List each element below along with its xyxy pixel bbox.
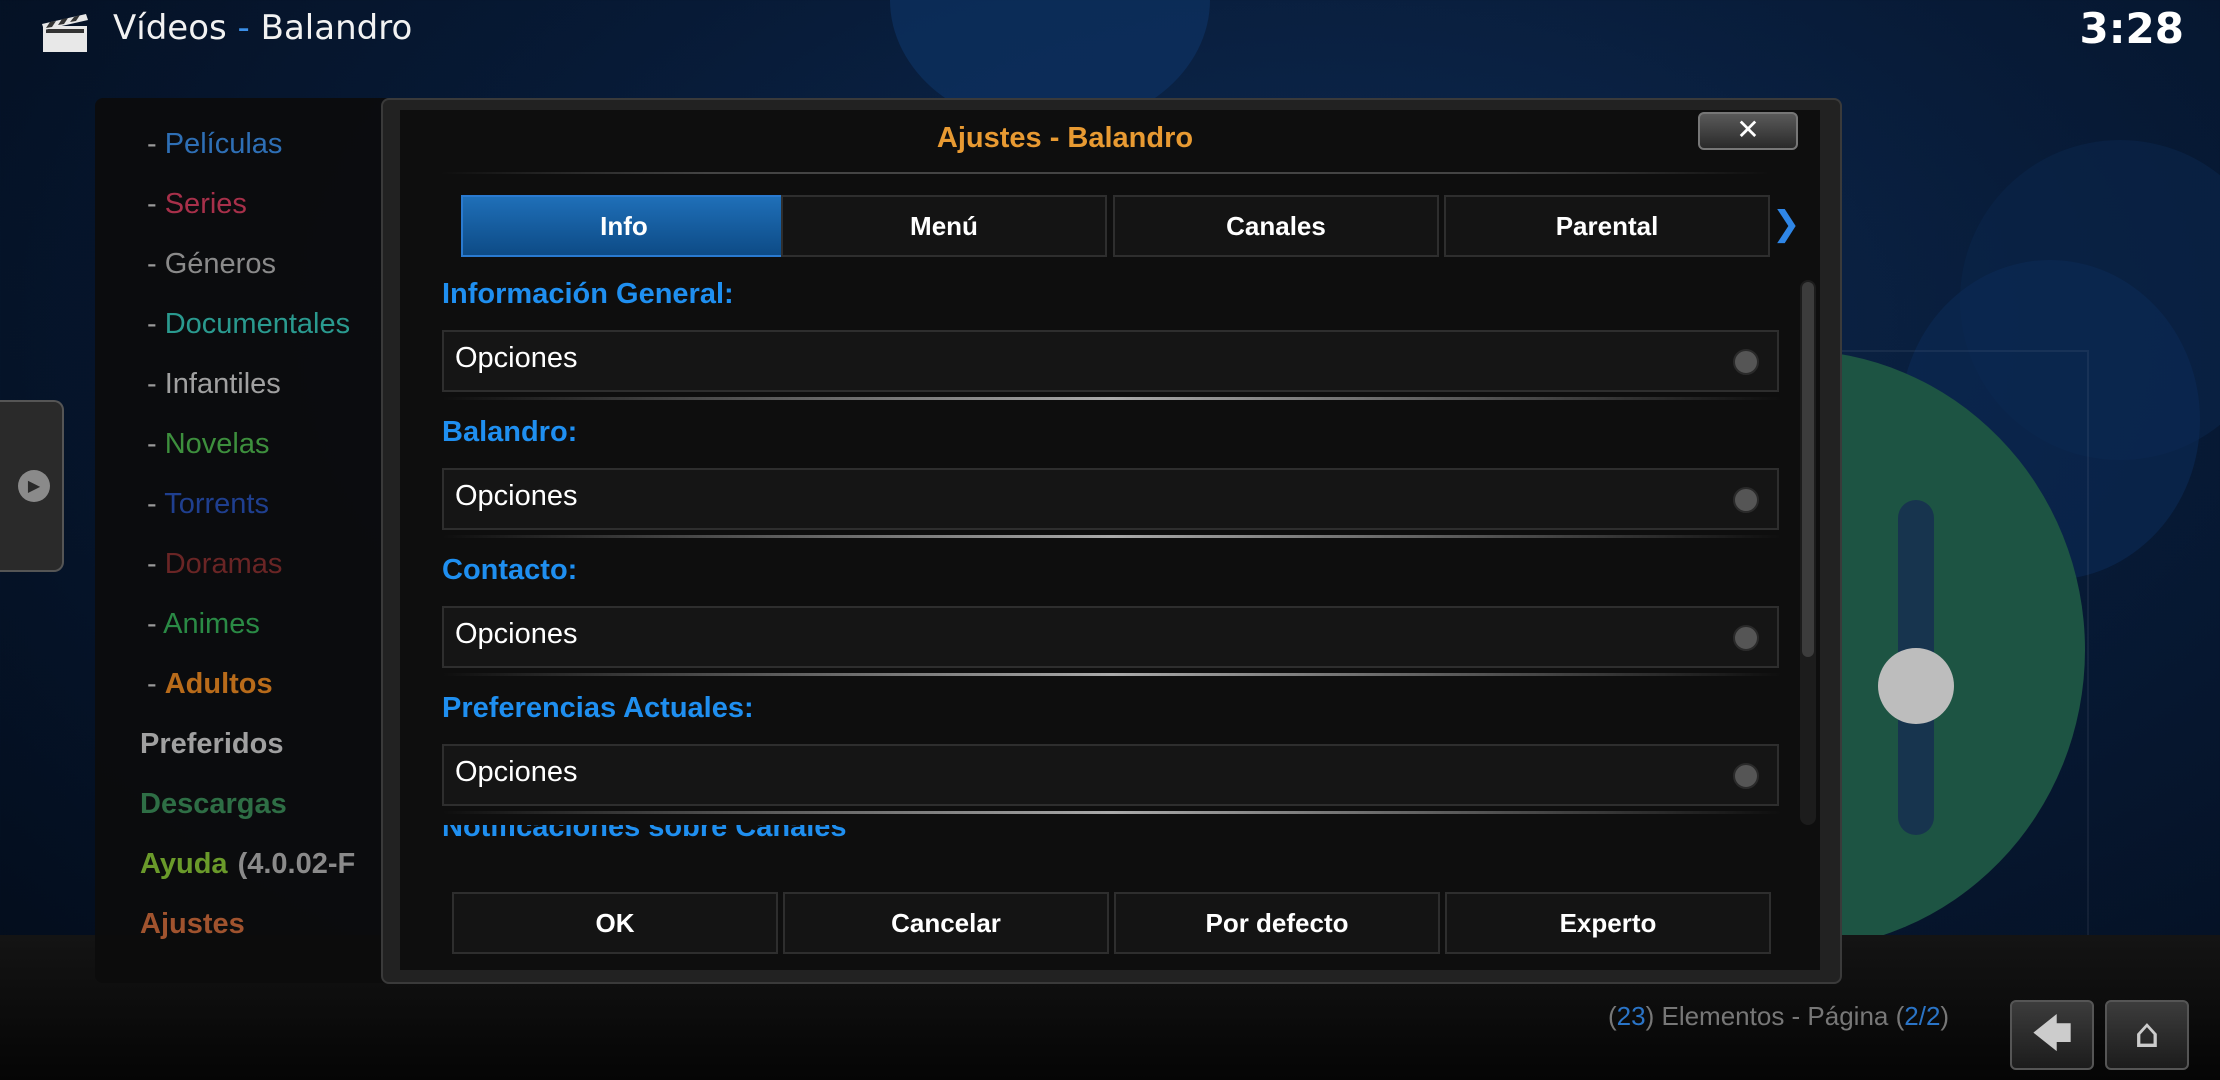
menu-item-label: Documentales <box>164 308 351 340</box>
menu-item[interactable]: - Películas <box>147 128 282 161</box>
menu-item[interactable]: Preferidos <box>140 728 283 761</box>
dialog-title: Ajustes - Balandro <box>936 122 1194 154</box>
ok-button[interactable]: OK <box>452 892 778 954</box>
menu-item-dash: - <box>147 548 165 580</box>
window-title: Vídeos - Balandro <box>113 8 412 48</box>
close-button[interactable]: ✕ <box>1698 112 1798 150</box>
option-row[interactable]: Opciones <box>442 330 1779 392</box>
play-arrow-icon[interactable]: ▶ <box>18 470 50 502</box>
menu-item-label: Géneros <box>164 248 276 280</box>
back-button[interactable]: 🡄 <box>2010 1000 2094 1070</box>
menu-item-label: Descargas <box>140 788 287 820</box>
menu-item-label: Ajustes <box>140 908 245 940</box>
menu-item-dash: - <box>147 668 165 700</box>
row-divider <box>442 811 1782 814</box>
menu-item-label: Películas <box>164 128 283 160</box>
top-bar: Vídeos - Balandro 3:28 <box>0 0 2220 62</box>
menu-item[interactable]: - Series <box>147 188 247 221</box>
option-row[interactable]: Opciones <box>442 606 1779 668</box>
clock: 3:28 <box>2079 4 2184 53</box>
menu-item[interactable]: - Documentales <box>147 308 350 341</box>
menu-item-label: Ayuda <box>140 848 228 880</box>
title-divider <box>440 172 1770 174</box>
background-slider-knob <box>1878 648 1954 724</box>
menu-item-dash: - <box>147 608 164 640</box>
menu-item-label: Preferidos <box>140 728 284 760</box>
default-button[interactable]: Por defecto <box>1114 892 1440 954</box>
menu-item-dash: - <box>147 308 165 340</box>
row-divider <box>442 397 1782 400</box>
section-title-contacto: Contacto: <box>442 554 578 586</box>
menu-item-label: Animes <box>163 608 260 640</box>
menu-item-dash: - <box>147 488 165 520</box>
menu-item[interactable]: - Novelas <box>147 428 270 461</box>
menu-item-dash: - <box>147 368 165 400</box>
menu-item[interactable]: Descargas <box>140 788 287 821</box>
home-button[interactable]: ⌂ <box>2105 1000 2189 1070</box>
expert-button[interactable]: Experto <box>1445 892 1771 954</box>
cancel-button[interactable]: Cancelar <box>783 892 1109 954</box>
menu-item-dash: - <box>147 188 165 220</box>
menu-item-dash: - <box>147 428 165 460</box>
menu-item[interactable]: - Animes <box>147 608 260 641</box>
menu-item-label: Series <box>164 188 247 220</box>
row-divider <box>442 673 1782 676</box>
scrollbar-thumb[interactable] <box>1802 282 1814 657</box>
tab-info[interactable]: Info <box>461 195 787 257</box>
tab-parental[interactable]: Parental <box>1444 195 1770 257</box>
item-count: 23 <box>1616 1001 1646 1031</box>
option-label: Opciones <box>455 480 578 512</box>
menu-item-label: Torrents <box>164 488 269 520</box>
home-icon: ⌂ <box>2134 1011 2160 1057</box>
partial-section-title: Notificaciones sobre Canales <box>442 825 847 843</box>
section-title-preferencias: Preferencias Actuales: <box>442 692 754 724</box>
item-count-status: (23) Elementos - Página (2/2) <box>1608 1001 1949 1032</box>
status-text: ) Elementos - Página ( <box>1645 1001 1905 1031</box>
clapperboard-icon <box>42 14 88 52</box>
option-label: Opciones <box>455 342 578 374</box>
menu-item[interactable]: - Doramas <box>147 548 282 581</box>
section-title-informacion-general: Información General: <box>442 278 734 310</box>
menu-item-version: (4.0.02-F <box>237 848 356 880</box>
fanart-frame <box>1800 350 2089 949</box>
radio-icon <box>1733 349 1759 375</box>
tab-menu[interactable]: Menú <box>781 195 1107 257</box>
menu-item-label: Doramas <box>164 548 283 580</box>
status-close-paren: ) <box>1940 1001 1950 1031</box>
menu-item[interactable]: - Adultos <box>147 668 273 701</box>
tab-canales[interactable]: Canales <box>1113 195 1439 257</box>
status-open-paren: ( <box>1608 1001 1617 1031</box>
back-arrow-icon: 🡄 <box>2031 1011 2073 1057</box>
title-separator: - <box>237 8 250 48</box>
row-divider <box>442 535 1782 538</box>
radio-icon <box>1733 763 1759 789</box>
menu-item[interactable]: Ajustes <box>140 908 245 941</box>
section-name: Vídeos <box>113 8 227 48</box>
menu-item-label: Infantiles <box>164 368 281 400</box>
menu-item-label: Adultos <box>164 668 273 700</box>
menu-item[interactable]: Ayuda (4.0.02-F <box>140 848 355 881</box>
option-row[interactable]: Opciones <box>442 744 1779 806</box>
menu-item[interactable]: - Infantiles <box>147 368 281 401</box>
option-label: Opciones <box>455 756 578 788</box>
section-title-balandro: Balandro: <box>442 416 578 448</box>
menu-item-dash: - <box>147 128 165 160</box>
menu-item-dash: - <box>147 248 165 280</box>
next-tabs-icon[interactable]: ❯ <box>1772 207 1801 241</box>
radio-icon <box>1733 487 1759 513</box>
section-title-partial: Notificaciones sobre Canales <box>442 825 892 843</box>
radio-icon <box>1733 625 1759 651</box>
menu-item-label: Novelas <box>164 428 270 460</box>
page-indicator: 2/2 <box>1904 1001 1941 1031</box>
menu-item[interactable]: - Géneros <box>147 248 276 281</box>
addon-name: Balandro <box>260 8 413 48</box>
option-row[interactable]: Opciones <box>442 468 1779 530</box>
menu-item[interactable]: - Torrents <box>147 488 269 521</box>
option-label: Opciones <box>455 618 578 650</box>
